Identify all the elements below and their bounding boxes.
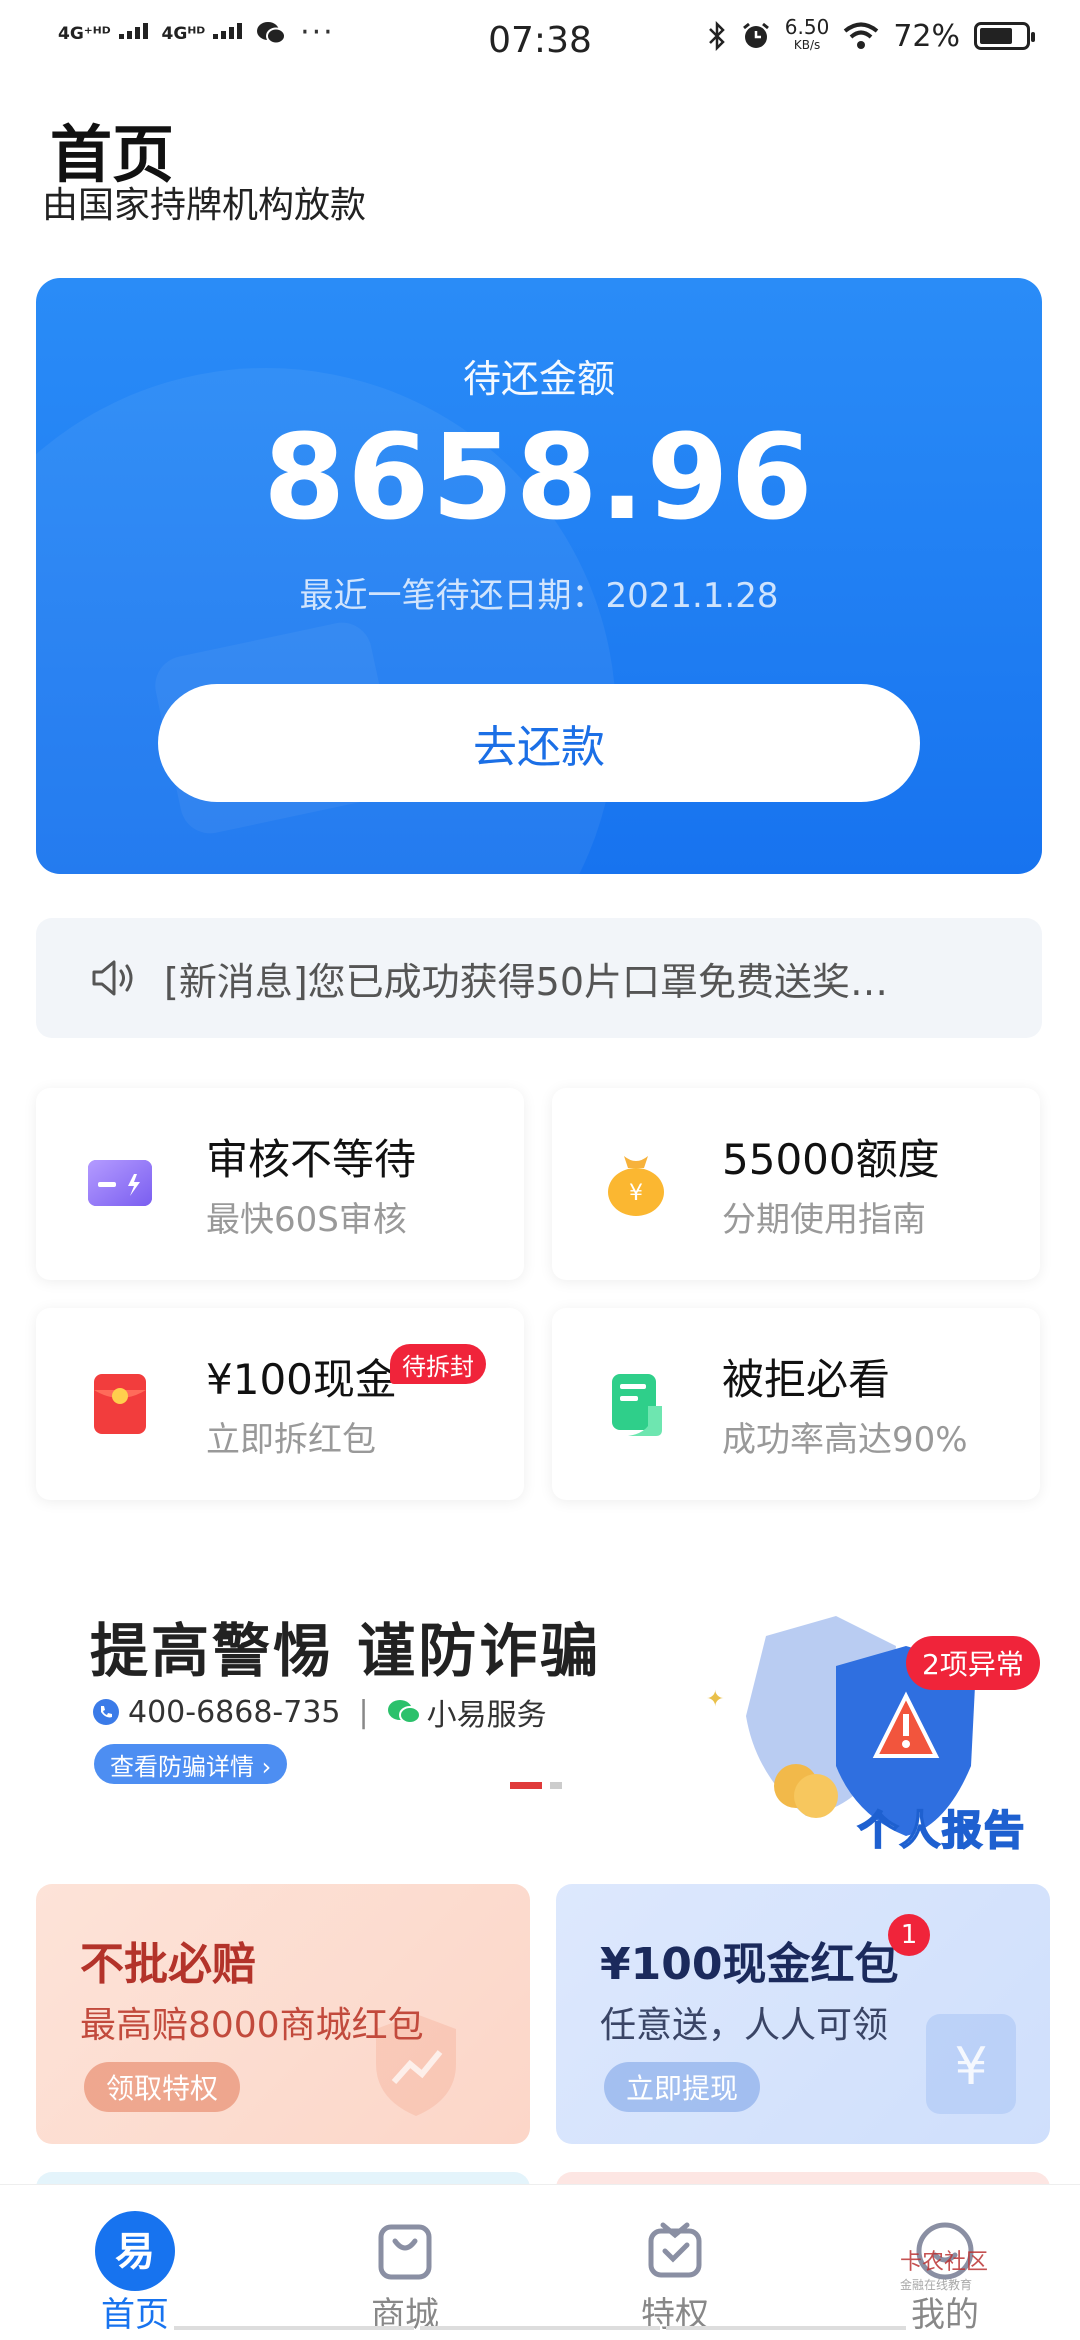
coin-card-icon: ¥ [926, 2014, 1016, 2114]
anti-fraud-details-link[interactable]: 查看防骗详情 › [94, 1744, 288, 1784]
promo-title: 不批必赔 [80, 1939, 256, 1990]
hotline-number: 400-6868-735 [128, 1694, 341, 1730]
due-date: 最近一笔待还日期：2021.1.28 [299, 576, 779, 616]
promo-count-badge: 1 [888, 1914, 930, 1956]
svg-text:¥: ¥ [629, 1181, 643, 1206]
document-icon [612, 1374, 662, 1436]
banner-contact: 400-6868-735 | 小易服务 [92, 1690, 547, 1734]
page-subtitle: 由国家持牌机构放款 [42, 185, 367, 226]
anomaly-badge: 2项异常 [906, 1636, 1040, 1690]
wechat-icon [387, 1700, 421, 1724]
personal-report-label[interactable]: 个人报告 [857, 1798, 1026, 1856]
svg-text:易: 易 [115, 2229, 155, 2275]
wechat-service-name: 小易服务 [426, 1698, 547, 1733]
promo-subtitle: 任意送，人人可领 [600, 2005, 889, 2046]
feature-subtitle: 分期使用指南 [722, 1200, 926, 1240]
notice-text: [新消息]您已成功获得50片口罩免费送奖… [164, 959, 889, 1004]
battery-percent: 72% [893, 18, 960, 54]
feature-title: 55000额度 [722, 1135, 940, 1184]
phone-icon [93, 1699, 119, 1725]
promo-subtitle: 最高赔8000商城红包 [80, 2005, 424, 2046]
due-amount: 8658.96 [263, 408, 815, 546]
promo-title: ¥100现金红包 [600, 1939, 899, 1990]
home-logo-icon: 易 [95, 2211, 175, 2291]
feature-credit-limit[interactable]: ¥ 55000额度 分期使用指南 [552, 1088, 1040, 1280]
watermark: 卡农社区 金融在线教育 [900, 2250, 989, 2292]
network-speed: 6.50 KB/s [784, 15, 830, 52]
repay-button[interactable]: 去还款 [158, 684, 920, 802]
banner-title: 提高警惕 谨防诈骗 [90, 1617, 602, 1685]
feature-cash-packet[interactable]: ¥100现金 待拆封 立即拆红包 [36, 1308, 524, 1500]
alarm-icon [742, 22, 769, 48]
repayment-card: 待还金额 8658.96 最近一笔待还日期：2021.1.28 去还款 [36, 278, 1042, 874]
claim-privilege-button[interactable]: 领取特权 [84, 2062, 241, 2112]
promo-compensation[interactable]: 不批必赔 最高赔8000商城红包 领取特权 [36, 1884, 530, 2144]
feature-subtitle: 成功率高达90% [722, 1420, 968, 1460]
promo-cash-redpacket[interactable]: ¥ ¥100现金红包 任意送，人人可领 立即提现 [556, 1884, 1050, 2144]
contact-separator: | [358, 1694, 369, 1730]
shopping-bag-icon [378, 2224, 432, 2280]
withdraw-now-button[interactable]: 立即提现 [604, 2062, 761, 2112]
red-packet-icon [94, 1374, 146, 1434]
battery-icon [974, 22, 1035, 50]
feature-title: 审核不等待 [206, 1135, 417, 1184]
notice-bar[interactable]: [新消息]您已成功获得50片口罩免费送奖… [36, 918, 1042, 1038]
card-icon [88, 1160, 152, 1206]
tab-home[interactable]: 易 首页 [0, 2185, 270, 2340]
unopened-badge: 待拆封 [390, 1344, 486, 1384]
feature-rejected-guide[interactable]: 被拒必看 成功率高达90% [552, 1308, 1040, 1500]
tab-privilege[interactable]: 特权 [540, 2185, 810, 2340]
feature-title: ¥100现金 [206, 1355, 397, 1404]
carousel-indicator [510, 1782, 562, 1789]
privilege-icon [648, 2222, 702, 2278]
wifi-icon [844, 22, 879, 49]
due-amount-label: 待还金额 [462, 357, 615, 401]
bluetooth-icon [708, 21, 725, 51]
feature-title: 被拒必看 [722, 1355, 891, 1404]
tab-mall[interactable]: 商城 [270, 2185, 540, 2340]
status-bar: 4G⁺ᴴᴰ 4Gᴴᴰ ··· 07:38 6.50 KB/s 72% [0, 0, 1080, 84]
svg-text:✦: ✦ [706, 1687, 724, 1712]
money-bag-icon: ¥ [608, 1156, 664, 1216]
home-indicator [0, 2326, 1080, 2340]
feature-subtitle: 最快60S审核 [206, 1200, 407, 1240]
speaker-icon [92, 960, 133, 996]
feature-fast-review[interactable]: 审核不等待 最快60S审核 [36, 1088, 524, 1280]
svg-text:¥: ¥ [954, 2037, 987, 2097]
feature-subtitle: 立即拆红包 [206, 1420, 376, 1460]
